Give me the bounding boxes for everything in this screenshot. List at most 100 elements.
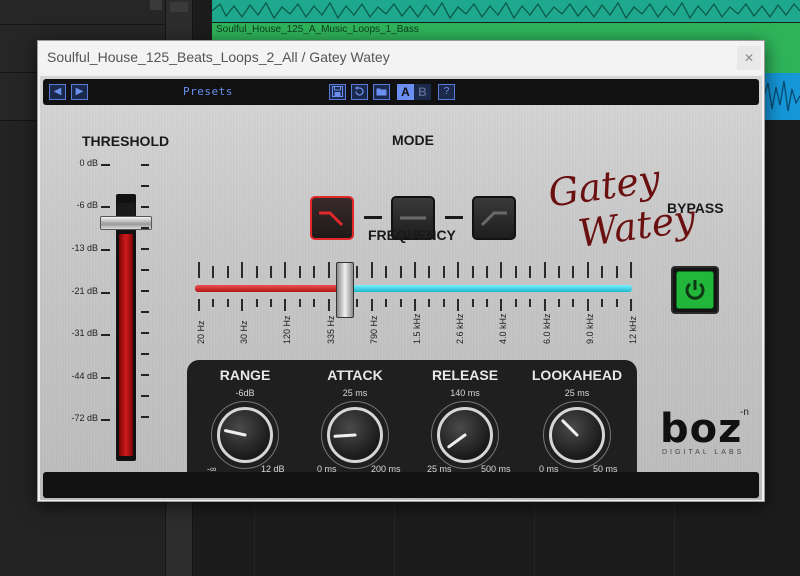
logo-superscript: -n [740, 407, 749, 418]
release-knob[interactable] [437, 407, 493, 463]
frequency-tick [500, 262, 503, 278]
frequency-tick [543, 299, 546, 311]
window-title[interactable]: Soulful_House_125_Beats_Loops_2_All / Ga… [38, 41, 764, 74]
frequency-tick [212, 266, 215, 278]
threshold-tick [101, 377, 110, 379]
frequency-tick [471, 299, 474, 307]
frequency-track-high[interactable] [345, 285, 632, 292]
logo-subtitle: DIGITAL LABS [662, 449, 745, 456]
frequency-tick [255, 299, 258, 307]
frequency-tick [572, 266, 575, 278]
frequency-scale-label: 335 Hz [325, 315, 336, 344]
next-preset-button[interactable]: ▶ [71, 84, 88, 100]
next-arrow-icon: ▶ [75, 86, 84, 97]
frequency-tick [414, 299, 416, 311]
threshold-scale-label: -6 dB [76, 200, 98, 210]
knob-value: -6dB [235, 388, 255, 398]
knob-value: 140 ms [450, 388, 480, 398]
frequency-scale-label: 4.0 kHz [498, 313, 509, 344]
frequency-tick [630, 299, 632, 311]
frequency-tick [370, 262, 373, 278]
close-button[interactable]: ✕ [737, 46, 761, 70]
frequency-tick [385, 266, 388, 278]
frequency-tick [486, 266, 488, 278]
frequency-tick [601, 266, 604, 278]
bypass-button[interactable] [671, 266, 719, 314]
frequency-tick [586, 262, 589, 278]
frequency-tick [327, 299, 330, 311]
undo-icon [355, 86, 364, 96]
frequency-tick [370, 299, 373, 311]
mode-title: MODE [392, 132, 434, 148]
prev-arrow-icon: ◀ [53, 86, 62, 97]
audio-clip[interactable] [212, 0, 800, 22]
frequency-tick [298, 266, 301, 278]
frequency-tick [313, 266, 316, 278]
lookahead-knob[interactable] [549, 407, 605, 463]
frequency-tick [442, 266, 445, 278]
knob-title: RANGE [219, 367, 271, 383]
frequency-tick [615, 266, 618, 278]
frequency-tick [356, 299, 359, 307]
frequency-tick [399, 299, 402, 307]
audio-clip-bass[interactable]: Soulful_House_125_A_Music_Loops_1_Bass [212, 23, 800, 37]
reset-button[interactable] [351, 84, 368, 100]
threshold-tick [101, 334, 110, 336]
plugin-window: Soulful_House_125_Beats_Loops_2_All / Ga… [37, 40, 765, 502]
threshold-tick [141, 395, 149, 397]
ab-compare-a[interactable]: A [397, 84, 414, 100]
save-preset-button[interactable] [329, 84, 346, 100]
frequency-slider-handle[interactable] [336, 262, 354, 318]
attack-knob[interactable] [327, 407, 383, 463]
mode-low-cut-button[interactable] [472, 196, 516, 240]
mode-high-cut-button[interactable] [310, 196, 354, 240]
frequency-tick [442, 299, 445, 307]
frequency-tick [586, 299, 589, 311]
knob-title: RELEASE [431, 367, 499, 383]
plugin-toolbar: ◀ ▶ Presets A B ? [43, 79, 759, 105]
frequency-tick [558, 266, 560, 278]
threshold-scale-label: -13 dB [71, 243, 98, 253]
frequency-tick [457, 299, 460, 311]
frequency-tick [414, 262, 416, 278]
frequency-tick [385, 299, 388, 307]
frequency-tick [241, 299, 244, 311]
presets-menu[interactable]: Presets [183, 85, 233, 98]
threshold-tick [141, 416, 149, 418]
frequency-scale-label: 790 Hz [368, 315, 379, 344]
threshold-tick [141, 353, 149, 355]
threshold-tick [101, 249, 110, 251]
frequency-scale-label: 6.0 kHz [541, 313, 552, 344]
folder-icon [376, 88, 387, 96]
frequency-tick [270, 299, 272, 307]
frequency-tick [241, 262, 244, 278]
help-button[interactable]: ? [438, 84, 455, 100]
audio-clip-blue[interactable] [764, 73, 800, 120]
threshold-tick [141, 227, 149, 229]
frequency-tick [572, 299, 575, 307]
threshold-tick [141, 269, 149, 271]
frequency-tick [514, 266, 517, 278]
prev-preset-button[interactable]: ◀ [49, 84, 66, 100]
threshold-tick [101, 206, 110, 208]
frequency-tick [457, 262, 460, 278]
threshold-scale-label: -31 dB [71, 328, 98, 338]
frequency-tick [428, 266, 431, 278]
track-header-marker [150, 0, 162, 10]
threshold-title: THRESHOLD [82, 133, 170, 149]
save-icon [332, 86, 343, 97]
threshold-level-fill [119, 234, 133, 456]
frequency-track-low[interactable] [195, 285, 345, 292]
threshold-scale-label: -21 dB [71, 286, 98, 296]
threshold-tick [141, 374, 149, 376]
frequency-tick [615, 299, 618, 307]
knob-value: 25 ms [564, 388, 590, 398]
frequency-tick [212, 299, 215, 307]
open-preset-button[interactable] [373, 84, 390, 100]
threshold-tick [141, 311, 149, 313]
frequency-scale-label: 120 Hz [282, 315, 293, 344]
frequency-tick [601, 299, 604, 307]
ab-compare-b[interactable]: B [414, 84, 431, 100]
range-knob[interactable] [217, 407, 273, 463]
scroll-notch [170, 2, 188, 12]
